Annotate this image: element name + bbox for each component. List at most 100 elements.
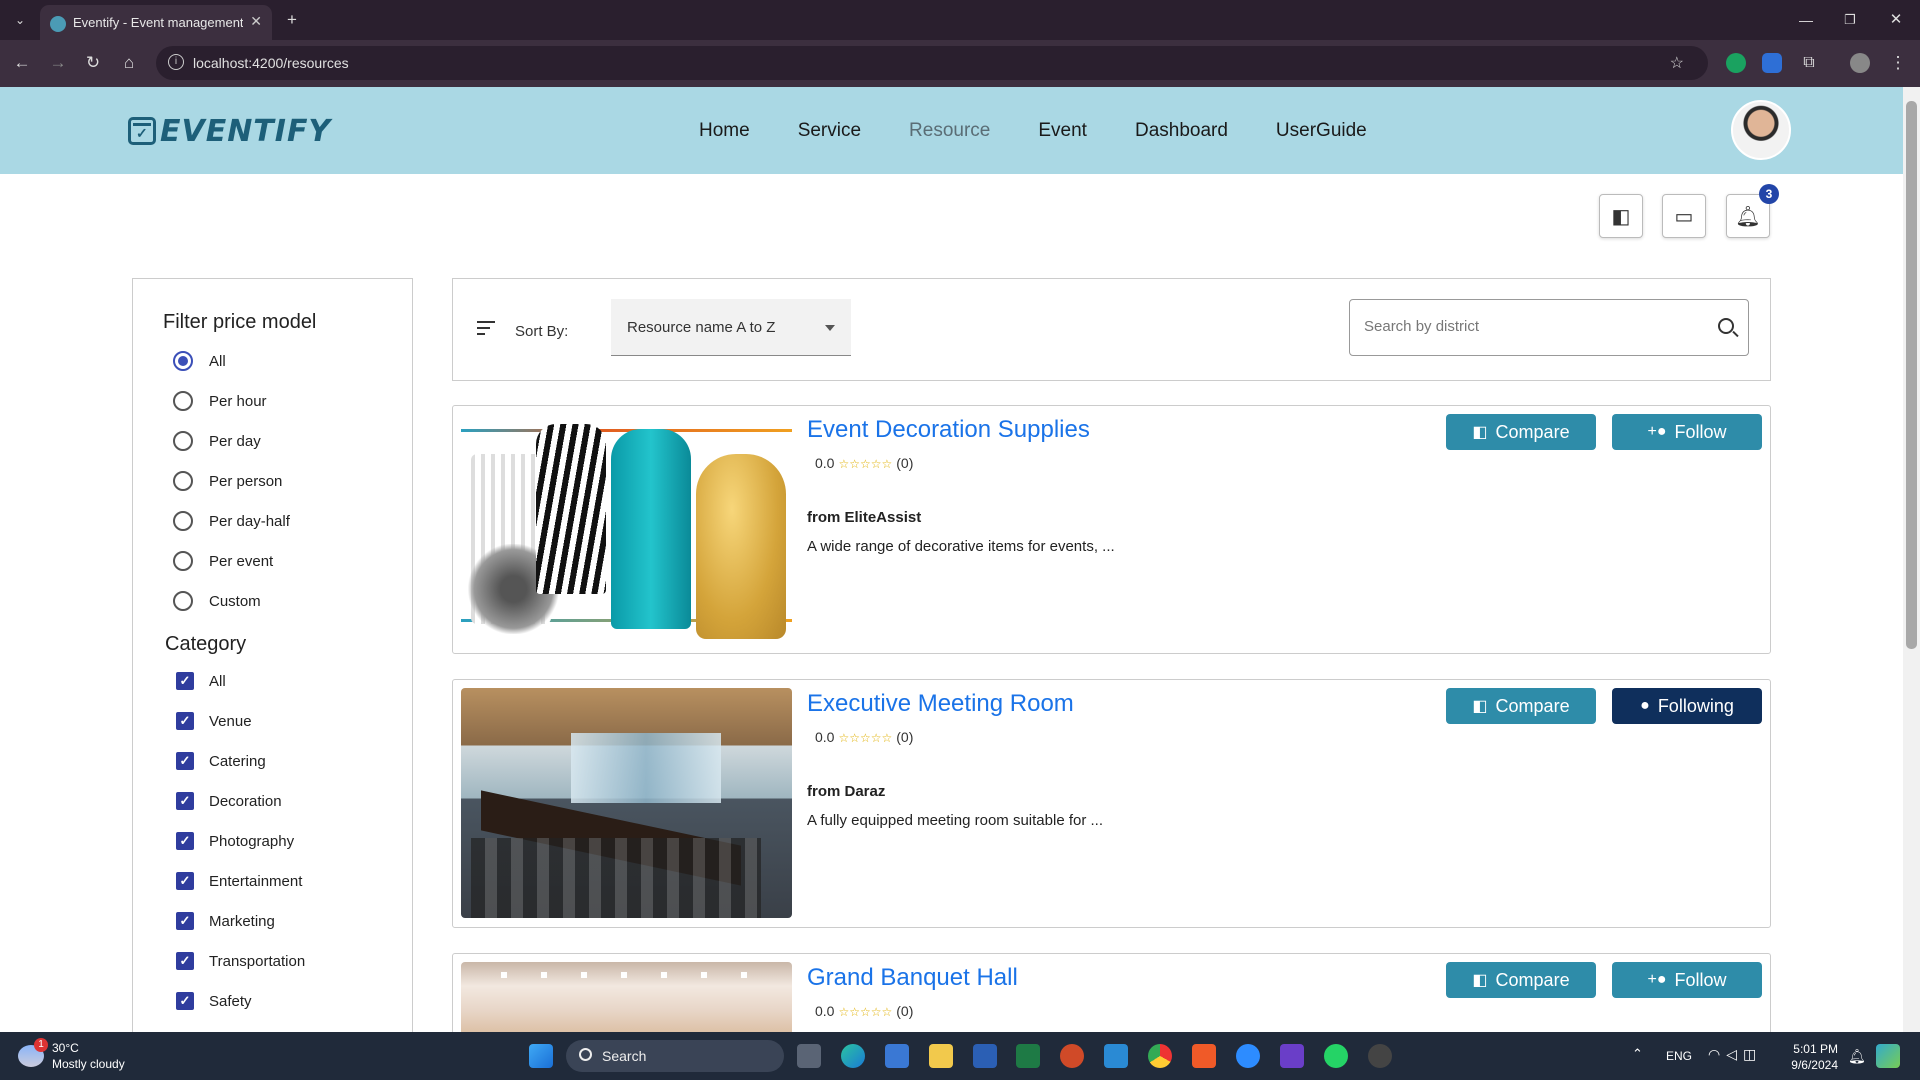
grammarly-icon[interactable]: [1726, 53, 1746, 73]
following-button[interactable]: ● Following: [1612, 688, 1762, 724]
page-scrollbar[interactable]: [1903, 87, 1920, 1032]
resource-description: A fully equipped meeting room suitable f…: [807, 812, 1104, 829]
category-decoration[interactable]: ✓ Decoration: [176, 789, 282, 813]
resource-card[interactable]: Executive Meeting Room 0.0 ☆☆☆☆☆ (0) from …: [452, 679, 1771, 928]
avatar[interactable]: [1731, 100, 1791, 160]
price-option-all[interactable]: All: [173, 349, 226, 373]
follow-button[interactable]: +● Follow: [1612, 414, 1762, 450]
task-view-icon[interactable]: [797, 1044, 821, 1068]
vscode-icon[interactable]: [1104, 1044, 1128, 1068]
weather-temp: 30°C: [52, 1041, 79, 1055]
notification-bell-icon[interactable]: 🔔︎: [1848, 1048, 1866, 1065]
category-transportation[interactable]: ✓ Transportation: [176, 949, 305, 973]
resource-title[interactable]: Event Decoration Supplies: [807, 416, 1090, 444]
price-option-per-person[interactable]: Per person: [173, 469, 282, 493]
profile-icon[interactable]: [1850, 53, 1870, 73]
windows-taskbar: 1 30°C Mostly cloudy Search ⌃ ENG ◠◁◫ 5:…: [0, 1032, 1920, 1080]
forward-icon[interactable]: →: [46, 51, 70, 75]
nav-event[interactable]: Event: [1038, 120, 1087, 142]
compare-list-button[interactable]: ◧: [1599, 194, 1643, 238]
store-icon[interactable]: [885, 1044, 909, 1068]
provider-name: from Daraz: [807, 783, 886, 800]
category-venue[interactable]: ✓ Venue: [176, 709, 252, 733]
chat-button[interactable]: ▭: [1662, 194, 1706, 238]
excel-icon[interactable]: [1016, 1044, 1040, 1068]
zoom-icon[interactable]: [1236, 1044, 1260, 1068]
compare-button[interactable]: ◧ Compare: [1446, 414, 1596, 450]
extensions-puzzle-icon[interactable]: ⧉: [1797, 51, 1821, 75]
price-option-custom[interactable]: Custom: [173, 589, 261, 613]
price-option-per-event[interactable]: Per event: [173, 549, 273, 573]
resource-title[interactable]: Executive Meeting Room: [807, 690, 1074, 718]
sort-select[interactable]: Resource name A to Z: [611, 299, 851, 356]
resource-card[interactable]: Event Decoration Supplies 0.0 ☆☆☆☆☆ (0) fr…: [452, 405, 1771, 654]
search-icon[interactable]: [1718, 318, 1734, 334]
compare-button[interactable]: ◧ Compare: [1446, 688, 1596, 724]
category-entertainment[interactable]: ✓ Entertainment: [176, 869, 302, 893]
restore-icon[interactable]: ❐: [1838, 8, 1862, 32]
whatsapp-icon[interactable]: [1324, 1044, 1348, 1068]
nav-home[interactable]: Home: [699, 120, 750, 142]
new-tab-icon[interactable]: +: [280, 8, 304, 32]
tab-list-icon[interactable]: ⌄: [8, 8, 32, 32]
category-all[interactable]: ✓ All: [176, 669, 226, 693]
nav-resource[interactable]: Resource: [909, 120, 990, 142]
price-option-per-hour[interactable]: Per hour: [173, 389, 267, 413]
search-input[interactable]: [1364, 318, 1694, 335]
rating: 0.0 ☆☆☆☆☆ (0): [815, 455, 914, 471]
chrome-icon[interactable]: [1148, 1044, 1172, 1068]
logo[interactable]: EVENTIFY: [128, 114, 331, 149]
category-photography[interactable]: ✓ Photography: [176, 829, 294, 853]
system-tray-icons[interactable]: ◠◁◫: [1708, 1046, 1762, 1063]
copilot-icon[interactable]: [1876, 1044, 1900, 1068]
resource-image[interactable]: [461, 962, 792, 1032]
follow-button[interactable]: +● Follow: [1612, 962, 1762, 998]
stars-icon: ☆☆☆☆☆: [838, 457, 893, 471]
minimize-icon[interactable]: —: [1794, 8, 1818, 32]
resource-card[interactable]: Grand Banquet Hall 0.0 ☆☆☆☆☆ (0) ◧ Compare …: [452, 953, 1771, 1032]
window-close-icon[interactable]: ✕: [1884, 8, 1908, 32]
category-marketing[interactable]: ✓ Marketing: [176, 909, 275, 933]
price-option-per-day[interactable]: Per day: [173, 429, 261, 453]
obs-icon[interactable]: [1368, 1044, 1392, 1068]
home-icon[interactable]: ⌂: [117, 51, 141, 75]
provider-name: from EliteAssist: [807, 509, 922, 526]
rating: 0.0 ☆☆☆☆☆ (0): [815, 1003, 914, 1019]
chat-icon: ▭: [1674, 205, 1694, 228]
category-catering[interactable]: ✓ Catering: [176, 749, 266, 773]
powerpoint-icon[interactable]: [1060, 1044, 1084, 1068]
nav-userguide[interactable]: UserGuide: [1276, 120, 1367, 142]
visual-studio-icon[interactable]: [1280, 1044, 1304, 1068]
category-safety[interactable]: ✓ Safety: [176, 989, 252, 1013]
site-info-icon[interactable]: i: [168, 54, 184, 70]
add-user-icon: +●: [1647, 423, 1667, 440]
word-icon[interactable]: [973, 1044, 997, 1068]
weather-widget[interactable]: 1 30°C Mostly cloudy: [18, 1038, 125, 1072]
price-option-per-day-half[interactable]: Per day-half: [173, 509, 290, 533]
resource-image[interactable]: [461, 688, 792, 918]
checkbox-checked-icon: ✓: [176, 952, 194, 970]
url-field[interactable]: i localhost:4200/resources ☆: [156, 46, 1708, 80]
back-icon[interactable]: ←: [10, 51, 34, 75]
bookmark-star-icon[interactable]: ☆: [1670, 53, 1684, 73]
close-tab-icon[interactable]: ✕: [250, 13, 262, 30]
resource-image[interactable]: [461, 414, 792, 644]
file-explorer-icon[interactable]: [929, 1044, 953, 1068]
extension-icon[interactable]: [1762, 53, 1782, 73]
reload-icon[interactable]: ↻: [81, 51, 105, 75]
checkbox-checked-icon: ✓: [176, 712, 194, 730]
nav-service[interactable]: Service: [798, 120, 861, 142]
brave-icon[interactable]: [1192, 1044, 1216, 1068]
taskbar-search[interactable]: Search: [566, 1040, 784, 1072]
resource-title[interactable]: Grand Banquet Hall: [807, 964, 1018, 992]
nav-dashboard[interactable]: Dashboard: [1135, 120, 1228, 142]
language-indicator[interactable]: ENG: [1666, 1049, 1692, 1063]
taskbar-clock[interactable]: 5:01 PM 9/6/2024: [1790, 1041, 1838, 1073]
browser-tab[interactable]: Eventify - Event management s ✕: [40, 5, 272, 40]
compare-button[interactable]: ◧ Compare: [1446, 962, 1596, 998]
menu-kebab-icon[interactable]: ⋮: [1886, 51, 1910, 75]
edge-icon[interactable]: [841, 1044, 865, 1068]
scrollbar-thumb[interactable]: [1906, 101, 1917, 649]
windows-start-icon[interactable]: [529, 1044, 553, 1068]
tray-chevron-icon[interactable]: ⌃: [1632, 1046, 1643, 1062]
